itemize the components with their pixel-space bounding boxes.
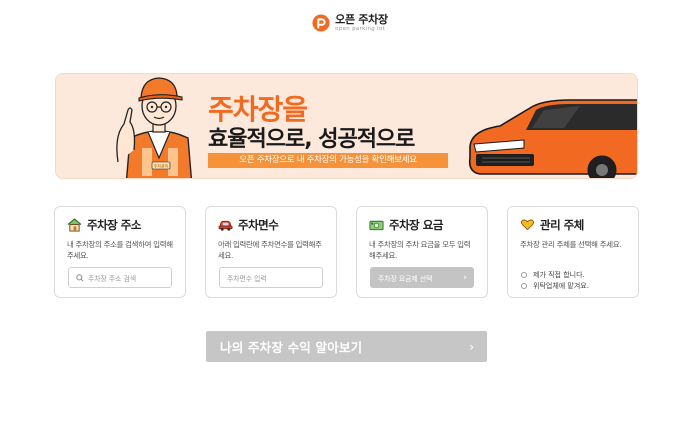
logo-subtitle: open parking lot xyxy=(335,26,386,32)
spaces-card-description: 아래 입력란에 주차면수를 입력해주세요. xyxy=(218,240,322,260)
app-logo[interactable]: 오픈 주차장 open parking lot xyxy=(0,14,700,33)
address-search-placeholder: 주차장 주소 검색 xyxy=(88,274,137,283)
banner-tagline: 오픈 주차장으로 내 주차장의 가능성을 확인해보세요 xyxy=(208,153,448,168)
banner-subheadline: 효율적으로, 성공적으로 xyxy=(208,127,415,152)
manager-card: 관리 주체 주차장 관리 주체를 선택해 주세요. 제가 직접 합니다. 위탁업… xyxy=(507,206,639,298)
spaces-card: 주차면수 아래 입력란에 주차면수를 입력해주세요. 주차면수 입력 xyxy=(205,206,337,298)
search-icon xyxy=(76,273,84,282)
address-search-input[interactable]: 주차장 주소 검색 xyxy=(68,267,172,288)
heart-hand-icon xyxy=(520,219,535,231)
address-card: 주차장 주소 내 주차장의 주소를 검색하여 입력해주세요. 주차장 주소 검색 xyxy=(54,206,186,298)
manager-option-outsource-label: 위탁업체에 맡겨요. xyxy=(533,281,589,290)
calculate-revenue-label: 나의 주차장 수익 알아보기 xyxy=(220,340,363,355)
manager-options: 제가 직접 합니다. 위탁업체에 맡겨요. xyxy=(521,269,589,291)
hero-banner: 주차관리 주차장을 효율적으로, 성공적으로 오픈 주차장으로 내 주차장의 가… xyxy=(55,73,638,179)
address-card-title: 주차장 주소 xyxy=(87,218,141,232)
calculate-revenue-button[interactable]: 나의 주차장 수익 알아보기 › xyxy=(206,331,487,362)
manager-option-self-label: 제가 직접 합니다. xyxy=(533,270,585,279)
manager-option-outsource[interactable]: 위탁업체에 맡겨요. xyxy=(521,280,589,291)
radio-button[interactable] xyxy=(521,271,527,278)
cash-icon xyxy=(369,220,384,231)
chevron-right-icon: › xyxy=(463,272,467,283)
manager-card-description: 주차장 관리 주체를 선택해 주세요. xyxy=(520,240,622,249)
house-icon xyxy=(67,218,82,232)
fee-plan-select-button[interactable]: 주차장 요금제 선택 › xyxy=(370,267,474,288)
spaces-count-placeholder: 주차면수 입력 xyxy=(227,274,267,283)
logo-title: 오픈 주차장 xyxy=(335,13,388,26)
fee-plan-select-label: 주차장 요금제 선택 xyxy=(378,274,433,283)
spaces-count-input[interactable]: 주차면수 입력 xyxy=(219,267,323,288)
fee-card-title: 주차장 요금 xyxy=(389,218,443,232)
chevron-right-icon: › xyxy=(469,339,474,354)
parking-attendant-illustration: 주차관리 xyxy=(116,77,193,178)
car-icon xyxy=(218,220,233,231)
manager-option-self[interactable]: 제가 직접 합니다. xyxy=(521,269,589,280)
spaces-card-title: 주차면수 xyxy=(238,218,279,232)
manager-card-title: 관리 주체 xyxy=(540,218,584,232)
fee-card: 주차장 요금 내 주차장의 주차 요금을 모두 입력해주세요. 주차장 요금제 … xyxy=(356,206,488,298)
orange-car-illustration xyxy=(468,99,637,178)
address-card-description: 내 주차장의 주소를 검색하여 입력해주세요. xyxy=(67,240,173,260)
radio-button[interactable] xyxy=(521,282,527,289)
fee-card-description: 내 주차장의 주차 요금을 모두 입력해주세요. xyxy=(369,240,471,260)
parking-pin-logo-icon xyxy=(312,14,330,32)
vest-badge-text: 주차관리 xyxy=(154,163,169,169)
